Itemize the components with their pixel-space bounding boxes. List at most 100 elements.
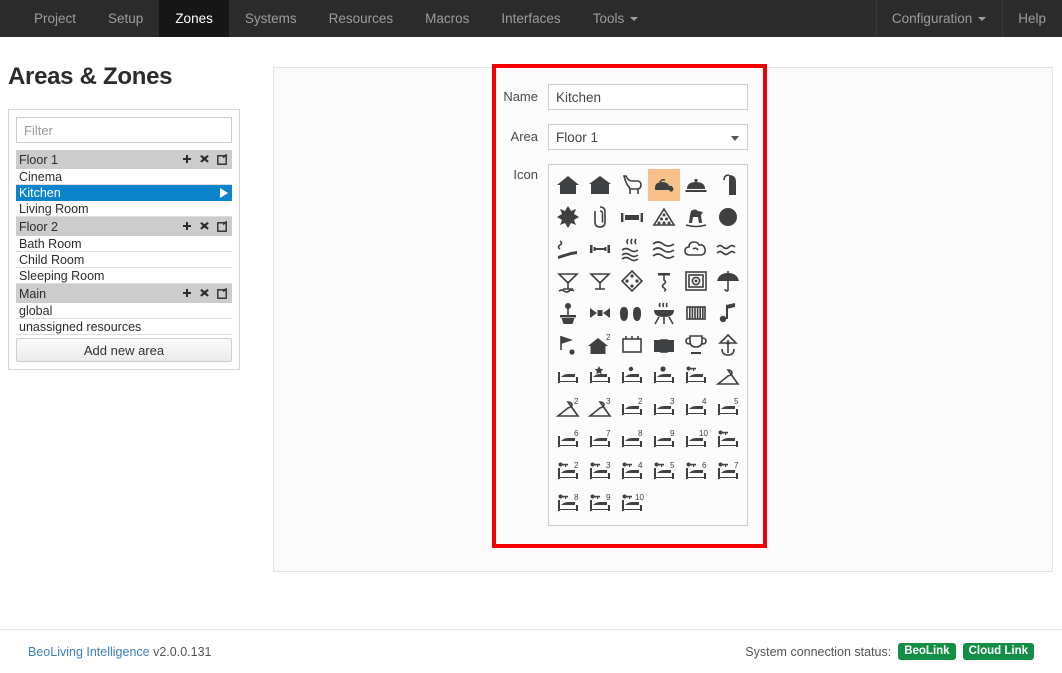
icon-option-bowling-ball[interactable] bbox=[712, 201, 744, 233]
status-badge-beolink[interactable]: BeoLink bbox=[898, 642, 956, 661]
icon-option-bed-4[interactable]: 4 bbox=[680, 393, 712, 425]
icon-option-safe[interactable] bbox=[680, 265, 712, 297]
icon-option-bed-key-5[interactable]: 5 bbox=[648, 457, 680, 489]
icon-option-bbq-grill[interactable] bbox=[648, 297, 680, 329]
icon-option-bow-tie[interactable] bbox=[584, 297, 616, 329]
icon-option-billiards-rack[interactable] bbox=[648, 201, 680, 233]
icon-option-bed-key-7[interactable]: 7 bbox=[712, 457, 744, 489]
zone-list-item[interactable]: global bbox=[16, 303, 232, 319]
icon-option-corkscrew[interactable] bbox=[648, 265, 680, 297]
name-input[interactable] bbox=[548, 84, 748, 110]
icon-option-kettle[interactable] bbox=[648, 169, 680, 201]
icon-option-cloud[interactable] bbox=[680, 233, 712, 265]
edit-icon[interactable] bbox=[217, 154, 228, 165]
remove-icon[interactable] bbox=[199, 288, 210, 299]
icon-option-rocking-horse[interactable] bbox=[680, 201, 712, 233]
zone-list-item[interactable]: Kitchen bbox=[16, 185, 232, 201]
nav-item-setup[interactable]: Setup bbox=[92, 0, 159, 37]
icon-option-bed-3[interactable]: 3 bbox=[648, 393, 680, 425]
icon-picker-grid[interactable]: 2 2 3 2 3 4 5 6 7 8 9 10 2 3 4 5 6 7 8 9 10 bbox=[548, 164, 748, 526]
nav-item-tools[interactable]: Tools bbox=[577, 0, 655, 37]
icon-option-beach-umbrella[interactable] bbox=[712, 265, 744, 297]
icon-option-bed-key-10[interactable]: 10 bbox=[616, 489, 648, 521]
add-new-area-button[interactable]: Add new area bbox=[16, 338, 232, 362]
nav-item-project[interactable]: Project bbox=[18, 0, 92, 37]
icon-option-bed-star[interactable] bbox=[584, 361, 616, 393]
icon-option-radiator[interactable] bbox=[680, 297, 712, 329]
icon-option-bed-7[interactable]: 7 bbox=[584, 425, 616, 457]
icon-option-anchor[interactable] bbox=[712, 329, 744, 361]
icon-option-bed-key-plain[interactable] bbox=[712, 425, 744, 457]
icon-option-house[interactable] bbox=[552, 169, 584, 201]
icon-option-trophy[interactable] bbox=[680, 329, 712, 361]
product-name-link[interactable]: BeoLiving Intelligence bbox=[28, 645, 150, 659]
icon-option-food-cloche[interactable] bbox=[680, 169, 712, 201]
icon-option-bed-8[interactable]: 8 bbox=[616, 425, 648, 457]
icon-option-cocktail-waves[interactable] bbox=[552, 265, 584, 297]
zone-list-item[interactable]: Living Room bbox=[16, 201, 232, 217]
zone-list-item[interactable]: unassigned resources bbox=[16, 319, 232, 335]
icon-option-garage[interactable] bbox=[584, 169, 616, 201]
icon-option-cocktail[interactable] bbox=[584, 265, 616, 297]
icon-option-hanger[interactable] bbox=[712, 361, 744, 393]
icon-option-bed-key[interactable] bbox=[680, 361, 712, 393]
icon-option-bed-key-3[interactable]: 3 bbox=[584, 457, 616, 489]
icon-option-leaf[interactable] bbox=[552, 201, 584, 233]
icon-option-cigar[interactable] bbox=[552, 233, 584, 265]
area-group-header[interactable]: Floor 2 bbox=[16, 217, 232, 236]
icon-option-ripples[interactable] bbox=[712, 233, 744, 265]
remove-icon[interactable] bbox=[199, 154, 210, 165]
icon-option-paperclip[interactable] bbox=[584, 201, 616, 233]
nav-item-help[interactable]: Help bbox=[1002, 0, 1062, 37]
icon-option-shower[interactable] bbox=[712, 169, 744, 201]
icon-option-bed-key-4[interactable]: 4 bbox=[616, 457, 648, 489]
icon-option-bed-flower[interactable] bbox=[616, 361, 648, 393]
zone-list-item[interactable]: Cinema bbox=[16, 169, 232, 185]
icon-option-bed-2[interactable]: 2 bbox=[616, 393, 648, 425]
plus-icon[interactable] bbox=[181, 221, 192, 232]
icon-option-hanger-2[interactable]: 2 bbox=[552, 393, 584, 425]
icon-option-bed-ball[interactable] bbox=[648, 361, 680, 393]
zone-list-item[interactable]: Child Room bbox=[16, 252, 232, 268]
icon-option-golf-flag[interactable] bbox=[552, 329, 584, 361]
nav-item-zones[interactable]: Zones bbox=[159, 0, 229, 37]
icon-option-bed-5[interactable]: 5 bbox=[712, 393, 744, 425]
edit-icon[interactable] bbox=[217, 221, 228, 232]
area-group-header[interactable]: Main bbox=[16, 284, 232, 303]
edit-icon[interactable] bbox=[217, 288, 228, 299]
icon-option-bed-key-2[interactable]: 2 bbox=[552, 457, 584, 489]
icon-option-waves[interactable] bbox=[648, 233, 680, 265]
icon-option-flip-flops[interactable] bbox=[616, 297, 648, 329]
remove-icon[interactable] bbox=[199, 221, 210, 232]
zone-list-item[interactable]: Bath Room bbox=[16, 236, 232, 252]
icon-option-lounge-chair[interactable] bbox=[616, 169, 648, 201]
filter-input[interactable] bbox=[16, 117, 232, 143]
nav-item-systems[interactable]: Systems bbox=[229, 0, 313, 37]
icon-option-bed-10[interactable]: 10 bbox=[680, 425, 712, 457]
icon-option-dice-domino[interactable] bbox=[616, 265, 648, 297]
area-select[interactable]: Floor 1 bbox=[548, 124, 748, 150]
icon-option-hanger-3[interactable]: 3 bbox=[584, 393, 616, 425]
icon-option-potted-plant[interactable] bbox=[552, 297, 584, 329]
status-badge-cloud-link[interactable]: Cloud Link bbox=[962, 642, 1034, 661]
icon-option-music-note[interactable] bbox=[712, 297, 744, 329]
icon-option-bed[interactable] bbox=[552, 361, 584, 393]
area-group-header[interactable]: Floor 1 bbox=[16, 150, 232, 169]
nav-item-interfaces[interactable]: Interfaces bbox=[485, 0, 576, 37]
icon-option-bed-key-6[interactable]: 6 bbox=[680, 457, 712, 489]
icon-option-whiteboard[interactable] bbox=[616, 329, 648, 361]
icon-option-sauna[interactable] bbox=[616, 233, 648, 265]
nav-item-resources[interactable]: Resources bbox=[313, 0, 410, 37]
icon-option-house-2[interactable]: 2 bbox=[584, 329, 616, 361]
plus-icon[interactable] bbox=[181, 154, 192, 165]
nav-item-configuration[interactable]: Configuration bbox=[875, 0, 1002, 37]
nav-item-macros[interactable]: Macros bbox=[409, 0, 485, 37]
zone-list-item[interactable]: Sleeping Room bbox=[16, 268, 232, 284]
plus-icon[interactable] bbox=[181, 288, 192, 299]
icon-option-dumbbell[interactable] bbox=[584, 233, 616, 265]
icon-option-bed-6[interactable]: 6 bbox=[552, 425, 584, 457]
icon-option-bed-9[interactable]: 9 bbox=[648, 425, 680, 457]
icon-option-bed-key-8[interactable]: 8 bbox=[552, 489, 584, 521]
icon-option-sofa-bed[interactable] bbox=[616, 201, 648, 233]
icon-option-bed-key-9[interactable]: 9 bbox=[584, 489, 616, 521]
